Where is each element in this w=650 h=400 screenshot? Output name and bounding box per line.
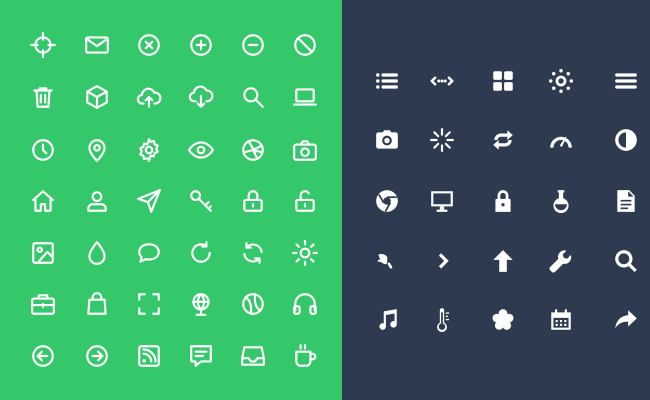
search-icon — [240, 84, 266, 110]
spinner-icon — [429, 127, 455, 153]
music-note-icon — [374, 307, 400, 333]
send-icon — [136, 188, 162, 214]
cloud-upload-icon — [136, 84, 162, 110]
wrench-icon — [548, 248, 574, 274]
clock-icon — [30, 137, 56, 163]
crosshair-icon — [30, 32, 56, 58]
loading-sun-icon — [548, 68, 574, 94]
document-icon — [613, 188, 639, 214]
briefcase-icon — [30, 291, 56, 317]
rss-icon — [136, 343, 162, 369]
ellipsis-arrows-icon — [429, 68, 455, 94]
camera-icon — [292, 137, 318, 163]
coffee-icon — [292, 343, 318, 369]
key-icon — [188, 188, 214, 214]
chat-bubble-icon — [136, 240, 162, 266]
trash-icon — [30, 84, 56, 110]
ice-cream-icon — [374, 248, 400, 274]
camera-icon — [374, 127, 400, 153]
mail-icon — [84, 32, 110, 58]
chevron-right-icon — [429, 248, 455, 274]
asterisk-icon — [490, 307, 516, 333]
minus-circle-icon — [240, 32, 266, 58]
aperture-icon — [240, 137, 266, 163]
flask-icon — [548, 188, 574, 214]
sync-icon — [240, 240, 266, 266]
user-icon — [84, 188, 110, 214]
grid-icon — [490, 68, 516, 94]
arrow-up-icon — [490, 248, 516, 274]
home-icon — [30, 188, 56, 214]
list-icon — [374, 68, 400, 94]
gear-icon — [136, 137, 162, 163]
magnify-icon — [613, 248, 639, 274]
image-icon — [30, 240, 56, 266]
eye-icon — [188, 137, 214, 163]
fullscreen-icon — [136, 291, 162, 317]
calendar-icon — [548, 307, 574, 333]
close-circle-icon — [136, 32, 162, 58]
droplet-icon — [84, 240, 110, 266]
ball-icon — [240, 291, 266, 317]
arrow-right-circle-icon — [84, 343, 110, 369]
sun-icon — [292, 240, 318, 266]
chrome-icon — [374, 188, 400, 214]
right-icon-panel — [342, 0, 650, 400]
contrast-icon — [613, 127, 639, 153]
dashboard-icon — [548, 127, 574, 153]
box-icon — [84, 84, 110, 110]
map-pin-icon — [84, 137, 110, 163]
inbox-icon — [240, 343, 266, 369]
repeat-icon — [490, 127, 516, 153]
padlock-icon — [490, 188, 516, 214]
left-icon-panel — [0, 0, 342, 400]
cloud-download-icon — [188, 84, 214, 110]
globe-icon — [188, 291, 214, 317]
shopping-bag-icon — [84, 291, 110, 317]
laptop-icon — [292, 84, 318, 110]
refresh-icon — [188, 240, 214, 266]
plus-circle-icon — [188, 32, 214, 58]
arrow-left-circle-icon — [30, 343, 56, 369]
lock-icon — [240, 188, 266, 214]
block-icon — [292, 32, 318, 58]
thermometer-icon — [429, 307, 455, 333]
unlock-icon — [292, 188, 318, 214]
monitor-icon — [429, 188, 455, 214]
headphones-icon — [292, 291, 318, 317]
share-arrow-icon — [613, 307, 639, 333]
menu-icon — [613, 68, 639, 94]
message-icon — [188, 343, 214, 369]
